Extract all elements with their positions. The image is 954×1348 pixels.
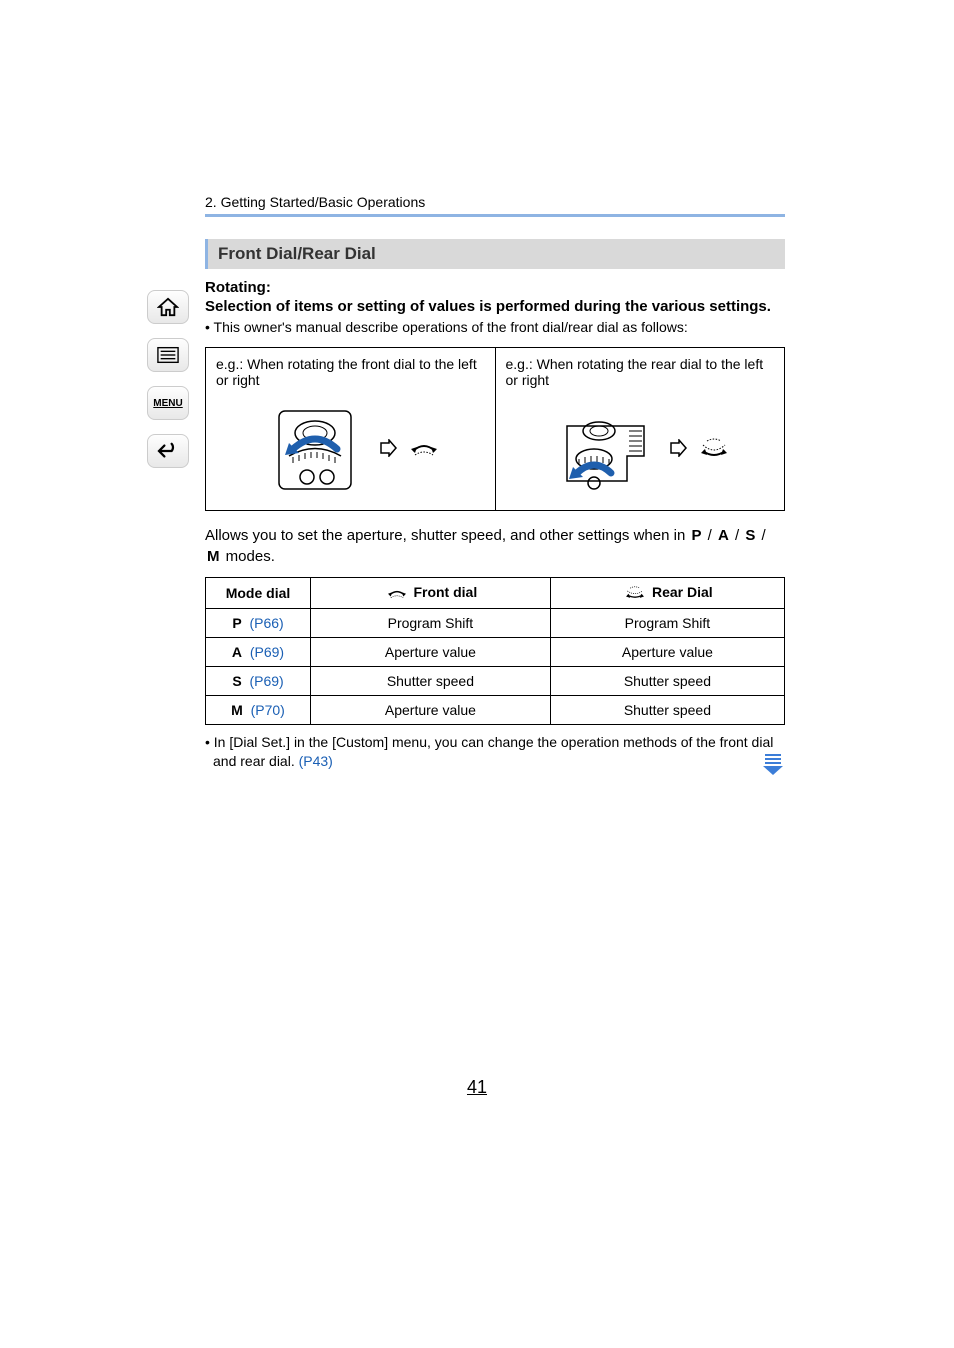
mode-dial-table: Mode dial Front dial Rear Dial P (P66) P… [205, 577, 785, 725]
col-rear-dial: Rear Dial [550, 578, 784, 609]
rear-dial-diagram: e.g.: When rotating the rear dial to the… [496, 348, 785, 510]
table-row: P (P66) Program Shift Program Shift [206, 609, 785, 638]
continue-arrow [761, 754, 785, 780]
divider [205, 214, 785, 217]
arrow-right-icon [669, 439, 687, 457]
page-content: 2. Getting Started/Basic Operations Fron… [205, 194, 785, 771]
page-number: 41 [0, 1077, 954, 1098]
rotating-heading: Rotating: [205, 279, 785, 296]
link-p70[interactable]: (P70) [251, 702, 285, 718]
home-button[interactable] [147, 290, 189, 324]
table-row: A (P69) Aperture value Aperture value [206, 638, 785, 667]
link-p43[interactable]: (P43) [299, 753, 333, 769]
rear-dial-illustration [506, 398, 775, 498]
diagram-caption: e.g.: When rotating the front dial to th… [216, 356, 485, 388]
link-p69[interactable]: (P69) [250, 644, 284, 660]
table-header-row: Mode dial Front dial Rear Dial [206, 578, 785, 609]
back-icon [157, 442, 179, 460]
sidebar: MENU [145, 290, 191, 468]
front-dial-icon [384, 584, 410, 602]
rear-dial-icon [697, 435, 731, 461]
breadcrumb: 2. Getting Started/Basic Operations [205, 194, 785, 210]
home-icon [157, 297, 179, 317]
menu-label: MENU [153, 398, 182, 409]
front-dial-illustration [216, 398, 485, 498]
diagram-caption: e.g.: When rotating the rear dial to the… [506, 356, 775, 388]
list-icon [157, 346, 179, 364]
selection-text: Selection of items or setting of values … [205, 298, 785, 315]
front-dial-icon [407, 435, 441, 461]
front-dial-diagram: e.g.: When rotating the front dial to th… [206, 348, 496, 510]
menu-button[interactable]: MENU [147, 386, 189, 420]
arrow-right-icon [379, 439, 397, 457]
link-p66[interactable]: (P66) [249, 615, 283, 631]
section-title: Front Dial/Rear Dial [205, 239, 785, 269]
table-row: M (P70) Aperture value Shutter speed [206, 696, 785, 725]
diagram-row: e.g.: When rotating the front dial to th… [205, 347, 785, 511]
continue-arrow-icon [761, 754, 785, 776]
rear-dial-icon [622, 584, 648, 602]
back-button[interactable] [147, 434, 189, 468]
footnote: • In [Dial Set.] in the [Custom] menu, y… [205, 733, 785, 771]
col-front-dial: Front dial [311, 578, 551, 609]
link-p69[interactable]: (P69) [249, 673, 283, 689]
table-row: S (P69) Shutter speed Shutter speed [206, 667, 785, 696]
allows-text: Allows you to set the aperture, shutter … [205, 525, 785, 567]
contents-button[interactable] [147, 338, 189, 372]
col-mode-dial: Mode dial [206, 578, 311, 609]
bullet-note: This owner's manual describe operations … [205, 319, 785, 335]
